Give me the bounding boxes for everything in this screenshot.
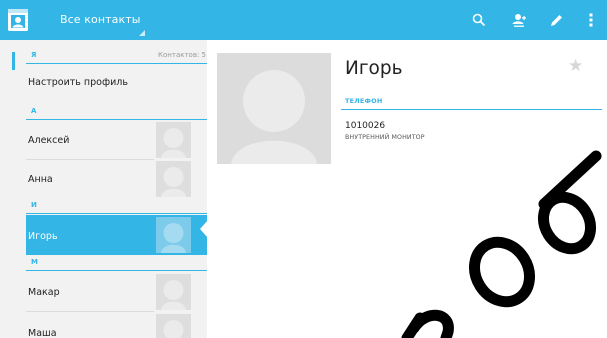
list-item[interactable]: Маша: [26, 312, 207, 338]
contact-photo[interactable]: [217, 53, 331, 164]
edit-button[interactable]: [544, 8, 568, 32]
list-item-label: Макар: [28, 287, 60, 298]
section-letter: А: [31, 107, 37, 115]
contact-list[interactable]: Я Контактов: 5 Настроить профиль А Алекс…: [0, 40, 207, 338]
avatar-placeholder-icon: [161, 128, 186, 158]
search-icon: [472, 13, 486, 27]
add-contact-icon: [512, 14, 526, 27]
contact-name: Игорь: [345, 58, 403, 79]
section-header: Я Контактов: 5: [26, 50, 207, 64]
section-letter: И: [31, 201, 37, 209]
contact-avatar: [156, 314, 191, 338]
overflow-menu-icon: [589, 13, 593, 27]
list-item-label: Игорь: [28, 231, 58, 242]
phone-section-title: ТЕЛЕФОН: [345, 97, 383, 105]
favorite-star-icon[interactable]: ★: [568, 58, 583, 75]
section-header: М: [26, 257, 207, 271]
action-bar: Все контакты: [0, 0, 607, 40]
overflow-menu-button[interactable]: [582, 8, 600, 32]
list-item[interactable]: Анна: [26, 160, 207, 198]
list-item[interactable]: Алексей: [26, 120, 207, 159]
contact-avatar: [156, 274, 191, 310]
list-item-profile[interactable]: Настроить профиль: [26, 65, 207, 99]
avatar-placeholder-icon: [231, 70, 317, 164]
contact-avatar: [156, 217, 191, 253]
contacts-app-icon[interactable]: [7, 8, 29, 32]
avatar-placeholder-icon: [163, 320, 184, 338]
selection-pointer: [200, 220, 208, 238]
phone-type-label: ВНУТРЕННИЙ МОНИТОР: [345, 134, 425, 141]
fast-scroll-indicator: [12, 52, 15, 70]
contact-avatar: [156, 161, 191, 197]
phone-number[interactable]: 1010026: [345, 121, 385, 131]
list-item[interactable]: Макар: [26, 273, 207, 311]
edit-icon: [550, 14, 562, 26]
list-item-selected[interactable]: Игорь: [26, 215, 207, 255]
search-button[interactable]: [467, 8, 491, 32]
section-divider: [341, 109, 602, 110]
section-letter: М: [31, 258, 38, 266]
spinner-indicator: [139, 30, 145, 36]
section-letter: Я: [31, 51, 37, 59]
avatar-placeholder-icon: [161, 167, 186, 197]
section-header: А: [26, 106, 207, 120]
add-contact-button[interactable]: [507, 8, 531, 32]
avatar-placeholder-icon: [161, 223, 186, 253]
contact-avatar: [156, 122, 191, 158]
avatar-placeholder-icon: [161, 280, 186, 310]
list-item-label: Настроить профиль: [28, 77, 128, 88]
list-item-label: Маша: [28, 328, 57, 338]
list-item-label: Алексей: [28, 135, 70, 146]
section-header: И: [26, 200, 207, 214]
contact-count: Контактов: 5: [158, 51, 206, 59]
list-item-label: Анна: [28, 174, 53, 185]
account-filter-spinner[interactable]: Все контакты: [60, 13, 141, 26]
